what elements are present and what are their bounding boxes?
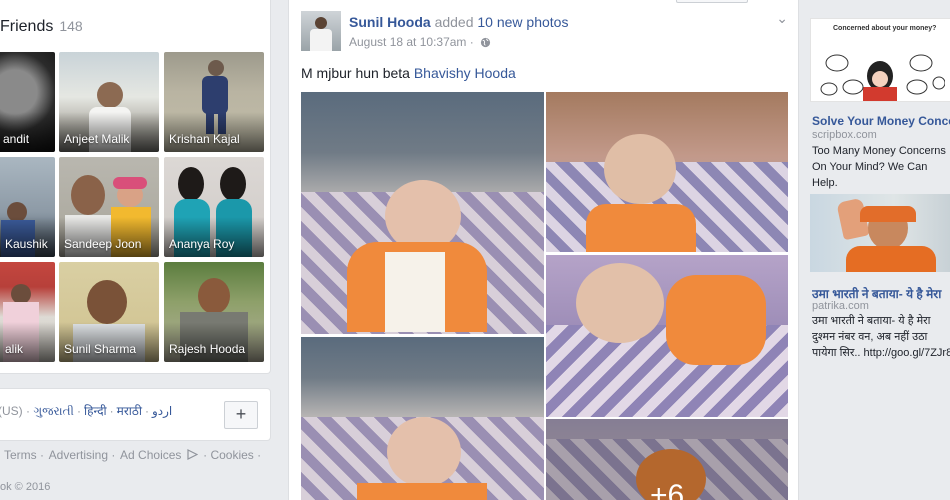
language-current[interactable]: (US) · — [0, 404, 30, 418]
language-link[interactable]: اردو — [152, 404, 172, 418]
friend-name[interactable]: Rajesh Hooda — [169, 342, 245, 356]
ad-body-text: Too Many Money Concerns On Your Mind? We… — [812, 145, 946, 189]
author-avatar[interactable] — [301, 11, 341, 51]
friend-name[interactable]: Kaushik — [5, 237, 48, 251]
friend-tile[interactable]: Rajesh Hooda — [164, 262, 264, 362]
post-message: M mjbur hun beta — [301, 65, 410, 81]
friend-tile[interactable]: andit — [0, 52, 55, 152]
ad-domain: patrika.com — [812, 300, 869, 312]
language-link[interactable]: ગુજરાતી — [33, 404, 74, 418]
ad-image[interactable] — [810, 194, 950, 272]
ad-domain: scripbox.com — [812, 129, 877, 141]
ad-body-text: उमा भारती ने बताया- ये है मेरा दुश्मन नं… — [812, 315, 950, 359]
footer-adchoices-link[interactable]: Ad Choices — [120, 448, 181, 462]
footer-cookies-link[interactable]: · Cookies · — [203, 448, 261, 462]
right-ads-column: Concerned about your money? Solve Your M… — [810, 0, 950, 500]
post-photo[interactable] — [546, 255, 788, 417]
ad-image-caption: Concerned about your money? — [833, 25, 937, 32]
language-card: (US) · ગુજરાતી · हिन्दी · मराठी · اردو + — [0, 388, 271, 441]
post-timestamp: August 18 at 10:37am · — [349, 35, 491, 49]
left-column: Friends 148 andit Anjeet Malik Krishan K… — [0, 0, 278, 500]
new-photos-link[interactable]: 10 new photos — [477, 14, 568, 30]
adchoices-icon — [187, 449, 199, 460]
footer-advertising-link[interactable]: Advertising · — [49, 448, 116, 462]
friend-tile[interactable]: Ananya Roy — [164, 157, 264, 257]
language-list: (US) · ગુજરાતી · हिन्दी · मराठी · اردو — [0, 404, 173, 418]
post-header: Sunil Hooda added 10 new photos — [349, 14, 568, 30]
friend-name[interactable]: Sunil Sharma — [64, 342, 136, 356]
add-language-button[interactable]: + — [224, 401, 258, 429]
footer-links: Terms · Advertising · Ad Choices · Cooki… — [4, 448, 263, 462]
post-author-link[interactable]: Sunil Hooda — [349, 14, 431, 30]
ad-image[interactable]: Concerned about your money? — [810, 18, 950, 102]
friend-name[interactable]: Sandeep Joon — [64, 237, 141, 251]
friend-tile[interactable]: Krishan Kajal — [164, 52, 264, 152]
friends-title[interactable]: Friends — [0, 18, 53, 35]
post-photo[interactable] — [301, 337, 544, 500]
globe-icon — [481, 37, 491, 48]
post-photo[interactable] — [546, 92, 788, 252]
post-photo-more[interactable]: +6 — [546, 419, 788, 500]
feed-post: Sunil Hooda added 10 new photos August 1… — [288, 0, 799, 500]
footer-terms-link[interactable]: Terms · — [4, 448, 44, 462]
friends-card: Friends 148 andit Anjeet Malik Krishan K… — [0, 0, 271, 374]
friend-name[interactable]: andit — [3, 132, 29, 146]
friend-name[interactable]: alik — [5, 342, 23, 356]
friend-tile[interactable]: Kaushik — [0, 157, 55, 257]
friend-name[interactable]: Krishan Kajal — [169, 132, 240, 146]
friend-tile[interactable]: alik — [0, 262, 55, 362]
mention-link[interactable]: Bhavishy Hooda — [414, 65, 516, 81]
language-link[interactable]: मराठी — [117, 404, 142, 418]
friend-name[interactable]: Anjeet Malik — [64, 132, 129, 146]
friends-header: Friends 148 — [0, 18, 83, 36]
post-action-text: added — [434, 14, 474, 30]
friend-tile[interactable]: Sunil Sharma — [59, 262, 159, 362]
language-link[interactable]: हिन्दी — [84, 404, 107, 418]
post-text: M mjbur hun beta Bhavishy Hooda — [301, 65, 516, 81]
ad-title-link[interactable]: Solve Your Money Conce… — [812, 114, 950, 128]
more-photos-count[interactable]: +6 — [650, 479, 684, 500]
friends-count: 148 — [59, 18, 83, 34]
friend-tile[interactable]: Sandeep Joon — [59, 157, 159, 257]
top-button-edge — [676, 0, 748, 3]
post-timestamp-link[interactable]: August 18 at 10:37am · — [349, 35, 474, 49]
friend-name[interactable]: Ananya Roy — [169, 237, 234, 251]
footer-copyright: ok © 2016 — [0, 481, 51, 493]
post-photo[interactable] — [301, 92, 544, 334]
friend-tile[interactable]: Anjeet Malik — [59, 52, 159, 152]
post-options-chevron-icon[interactable]: ⌄ — [776, 10, 788, 27]
